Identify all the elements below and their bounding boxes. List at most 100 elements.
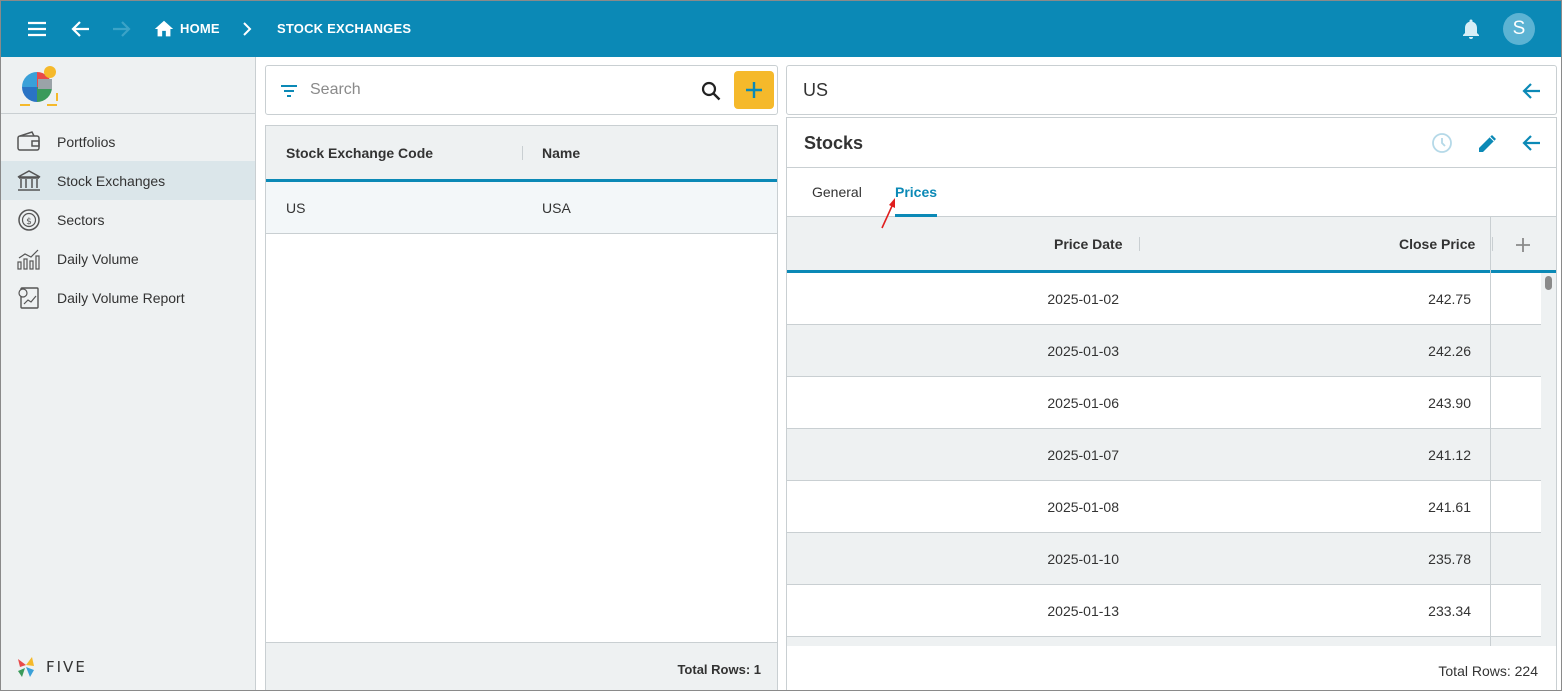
home-icon[interactable] <box>153 18 175 40</box>
prices-grid-body: 2025-01-02 242.75 2025-01-03 242.26 2025… <box>787 273 1556 646</box>
sidebar: Portfolios Stock Exchanges $ Sectors Dai… <box>1 57 256 690</box>
column-header-name[interactable]: Name <box>542 145 580 161</box>
panel-title: Stocks <box>804 133 864 153</box>
table-row[interactable]: 2025-01-10 235.78 <box>787 533 1541 585</box>
stock-exchange-list: Stock Exchange Code Name US USA Total Ro… <box>265 125 778 690</box>
cell-close-price: 241.61 <box>1428 499 1471 515</box>
cell-price-date: 2025-01-07 <box>1047 447 1119 463</box>
prices-grid-footer: Total Rows: 224 <box>787 646 1556 690</box>
column-divider <box>1490 585 1491 637</box>
table-row[interactable]: US USA <box>266 182 777 234</box>
stocks-panel: Stocks General Prices Price Date Close P… <box>786 117 1557 690</box>
column-divider <box>1490 325 1491 377</box>
column-divider[interactable] <box>1492 237 1493 251</box>
tab-prices[interactable]: Prices <box>895 184 937 200</box>
cell-price-date: 2025-01-03 <box>1047 343 1119 359</box>
detail-title: US <box>803 80 829 100</box>
filter-icon[interactable] <box>278 80 300 102</box>
sidebar-item-label: Daily Volume Report <box>57 290 185 306</box>
cell-price-date: 2025-01-08 <box>1047 499 1119 515</box>
sidebar-item-label: Portfolios <box>57 134 116 150</box>
detail-header: US <box>786 65 1557 115</box>
back-arrow-icon[interactable] <box>1520 79 1544 103</box>
forward-arrow-icon[interactable] <box>109 17 133 41</box>
cell-price-date: 2025-01-10 <box>1047 551 1119 567</box>
sidebar-item-daily-volume[interactable]: Daily Volume <box>1 239 255 278</box>
dollar-circle-icon: $ <box>18 209 40 231</box>
five-brand-logo: FIVE <box>18 657 87 677</box>
search-icon[interactable] <box>699 79 723 103</box>
cell-close-price: 233.34 <box>1428 603 1471 619</box>
search-bar <box>265 65 778 115</box>
column-divider <box>1490 637 1491 646</box>
tab-general[interactable]: General <box>812 184 862 200</box>
cell-price-date: 2025-01-13 <box>1047 603 1119 619</box>
chevron-right-icon <box>243 22 252 36</box>
bank-icon <box>17 170 41 191</box>
cell-close-price: 235.78 <box>1428 551 1471 567</box>
breadcrumb-home[interactable]: HOME <box>180 21 220 36</box>
list-footer: Total Rows: 1 <box>266 642 777 690</box>
column-divider <box>1490 533 1491 585</box>
report-icon <box>18 287 39 309</box>
cell-close-price: 241.12 <box>1428 447 1471 463</box>
sidebar-item-portfolios[interactable]: Portfolios <box>1 122 255 161</box>
avatar[interactable]: S <box>1503 13 1535 45</box>
prices-grid-header: Price Date Close Price <box>787 217 1556 273</box>
svg-text:$: $ <box>26 217 32 227</box>
column-divider <box>1490 429 1491 481</box>
column-divider[interactable] <box>1139 237 1140 251</box>
cell-code: US <box>286 200 306 216</box>
edit-pencil-icon[interactable] <box>1476 131 1500 155</box>
column-header-price-date[interactable]: Price Date <box>1054 236 1122 252</box>
table-row[interactable]: 2025-01-08 241.61 <box>787 481 1541 533</box>
vertical-scrollbar[interactable] <box>1541 273 1556 646</box>
sidebar-item-daily-volume-report[interactable]: Daily Volume Report <box>1 278 255 317</box>
wallet-icon <box>17 131 40 151</box>
table-row[interactable]: 2025-01-03 242.26 <box>787 325 1541 377</box>
scrollbar-thumb[interactable] <box>1545 276 1552 290</box>
sidebar-item-stock-exchanges[interactable]: Stock Exchanges <box>1 161 255 200</box>
sidebar-item-label: Daily Volume <box>57 251 139 267</box>
cell-price-date: 2025-01-06 <box>1047 395 1119 411</box>
cell-close-price: 242.26 <box>1428 343 1471 359</box>
column-divider[interactable] <box>522 146 523 160</box>
sidebar-item-sectors[interactable]: $ Sectors <box>1 200 255 239</box>
bar-chart-icon <box>17 249 40 270</box>
cell-price-date: 2025-01-02 <box>1047 291 1119 307</box>
app-window: HOME STOCK EXCHANGES S Portfolios Stock … <box>0 0 1562 691</box>
tab-bar: General Prices <box>787 167 1556 217</box>
column-divider <box>1490 377 1491 429</box>
back-arrow-icon[interactable] <box>69 17 93 41</box>
cell-name: USA <box>542 200 571 216</box>
brand-text: FIVE <box>46 658 87 676</box>
history-clock-icon[interactable] <box>1430 131 1454 155</box>
column-divider <box>1490 481 1491 533</box>
plus-icon <box>746 82 762 98</box>
app-logo-icon <box>20 66 58 106</box>
cell-close-price: 242.75 <box>1428 291 1471 307</box>
app-logo-area <box>1 57 255 114</box>
menu-icon[interactable] <box>25 17 49 41</box>
table-row[interactable]: 2025-01-02 242.75 <box>787 273 1541 325</box>
table-row[interactable]: 2025-01-13 233.34 <box>787 585 1541 637</box>
table-row[interactable]: 2025-01-06 243.90 <box>787 377 1541 429</box>
back-arrow-icon[interactable] <box>1520 131 1544 155</box>
add-button[interactable] <box>734 71 774 109</box>
column-header-close-price[interactable]: Close Price <box>1399 236 1475 252</box>
table-row[interactable]: 2025-01-07 241.12 <box>787 429 1541 481</box>
sidebar-item-label: Stock Exchanges <box>57 173 166 189</box>
breadcrumb-current[interactable]: STOCK EXCHANGES <box>277 21 411 36</box>
sidebar-item-label: Sectors <box>57 212 105 228</box>
column-header-code[interactable]: Stock Exchange Code <box>286 145 433 161</box>
add-column-plus-icon[interactable] <box>1513 235 1533 255</box>
total-rows-label: Total Rows: 1 <box>677 662 761 677</box>
table-row[interactable] <box>787 637 1541 646</box>
list-header: Stock Exchange Code Name <box>266 126 777 182</box>
column-divider <box>1490 273 1491 325</box>
column-divider <box>1490 217 1491 273</box>
bell-icon[interactable] <box>1459 17 1483 41</box>
search-input[interactable] <box>310 79 690 101</box>
total-rows-label: Total Rows: 224 <box>1438 663 1538 679</box>
top-bar: HOME STOCK EXCHANGES S <box>1 1 1561 57</box>
